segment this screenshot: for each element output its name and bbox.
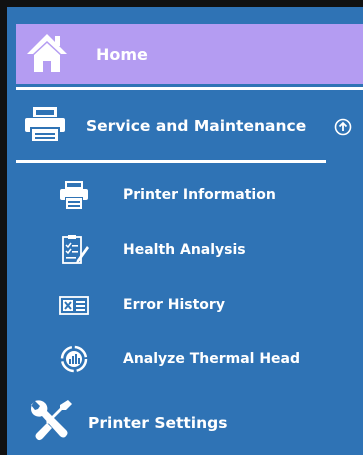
clipboard-checklist-icon: [57, 234, 91, 266]
home-icon: [25, 30, 69, 74]
printer-icon: [57, 179, 91, 211]
wrench-screwdriver-icon: [28, 398, 74, 442]
printer-icon: [24, 106, 66, 142]
error-log-icon: [57, 289, 91, 321]
menu-section-printer-settings[interactable]: Printer Settings: [16, 390, 363, 450]
menu-section-service-maintenance-label: Service and Maintenance: [86, 117, 307, 135]
menu-section-service-maintenance[interactable]: Service and Maintenance: [16, 95, 363, 155]
navigation-menu: Home Service and Maintenance Printer Inf…: [7, 7, 363, 455]
submenu-item-analyze-thermal-head[interactable]: Analyze Thermal Head: [57, 339, 337, 379]
menu-item-home[interactable]: Home: [16, 24, 363, 84]
menu-item-home-label: Home: [96, 45, 148, 64]
submenu-item-error-history-label: Error History: [123, 297, 225, 313]
menu-section-printer-settings-label: Printer Settings: [88, 414, 228, 432]
submenu-item-health-analysis[interactable]: Health Analysis: [57, 230, 337, 270]
submenu-item-printer-information-label: Printer Information: [123, 187, 276, 203]
thermal-head-icon: [57, 343, 91, 375]
divider: [16, 160, 326, 163]
submenu-item-printer-information[interactable]: Printer Information: [57, 175, 337, 215]
collapse-up-icon[interactable]: [334, 118, 352, 136]
divider: [16, 87, 363, 90]
submenu-item-health-analysis-label: Health Analysis: [123, 242, 246, 258]
submenu-item-analyze-thermal-head-label: Analyze Thermal Head: [123, 351, 300, 367]
submenu-item-error-history[interactable]: Error History: [57, 285, 337, 325]
